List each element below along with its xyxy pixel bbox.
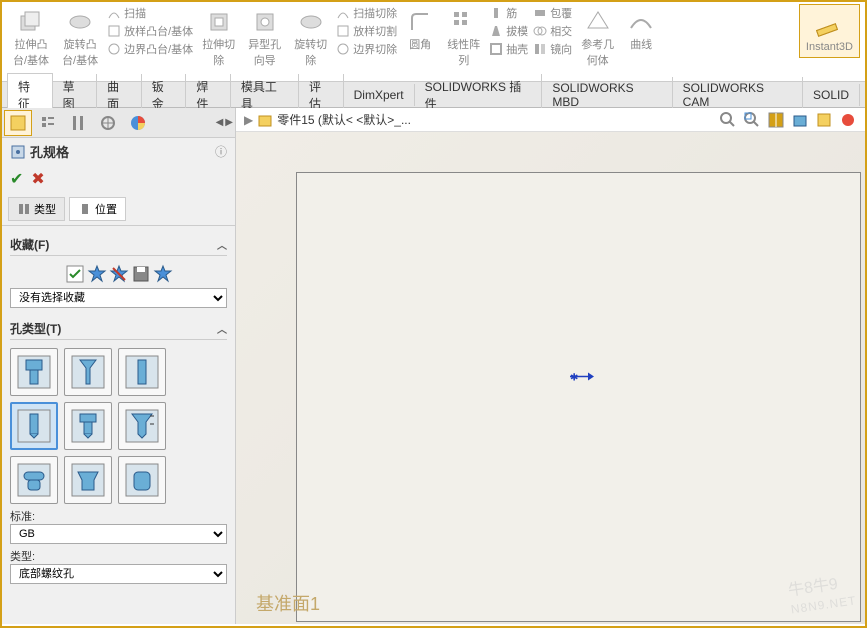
zoom-fit-icon[interactable] (719, 111, 737, 129)
panel-tab-strip: ◀ ▶ (2, 108, 235, 138)
svg-text:✱: ✱ (570, 373, 578, 384)
fav-delete-icon[interactable] (109, 264, 129, 284)
panel-nav-right[interactable]: ▶ (225, 117, 233, 128)
ok-button[interactable]: ✔ (10, 169, 23, 189)
fav-load-icon[interactable] (153, 264, 173, 284)
ribbon-toolbar: 拉伸凸 台/基体 旋转凸 台/基体 扫描 放样凸台/基体 边界凸台/基体 拉伸切… (2, 2, 865, 82)
favorites-collapse[interactable]: ︿ (217, 237, 227, 252)
fav-add-icon[interactable] (87, 264, 107, 284)
sub-tab-position[interactable]: 位置 (69, 197, 126, 221)
ribbon-sweep-group: 扫描 放样凸台/基体 边界凸台/基体 (105, 4, 195, 58)
viewport-title: ▶ 零件15 (默认< <默认>_... (244, 111, 411, 128)
ribbon-curves[interactable]: 曲线 (621, 4, 661, 56)
tab-dimxpert[interactable]: DimXpert (344, 84, 415, 106)
hole-type-section: 孔类型(T) ︿ 标准: GB (10, 318, 227, 584)
ribbon-loft-cut[interactable]: 放样切割 (334, 22, 399, 40)
canvas[interactable]: 基准面1 ✱ 牛8牛9 N8N9.NET (236, 132, 865, 624)
panel-content: 收藏(F) ︿ 没有选择收藏 孔类型(T) ︿ (2, 226, 235, 624)
type-label: 类型: (10, 548, 227, 564)
ribbon-draft[interactable]: 拔模 (487, 22, 530, 40)
help-icon[interactable]: ⓘ (215, 143, 227, 160)
favorites-section: 收藏(F) ︿ 没有选择收藏 (10, 234, 227, 308)
confirm-row: ✔ ✖ (2, 165, 235, 193)
ribbon-boundary-cut[interactable]: 边界切除 (334, 40, 399, 58)
sketch-plane[interactable] (296, 172, 861, 622)
fav-save-icon[interactable] (131, 264, 151, 284)
tab-bar: 特征 草图 曲面 钣金 焊件 模具工具 评估 DimXpert SOLIDWOR… (2, 82, 865, 108)
panel-tab-config[interactable] (64, 110, 92, 136)
viewport: ▶ 零件15 (默认< <默认>_... 基准面1 ✱ 牛8牛9 N8N9.N (236, 108, 865, 624)
hole-counterbore[interactable] (10, 348, 58, 396)
holetype-collapse[interactable]: ︿ (217, 321, 227, 336)
ribbon-revolve-boss[interactable]: 旋转凸 台/基体 (56, 4, 104, 72)
panel-tab-display[interactable] (124, 110, 152, 136)
origin-marker: ✱ (570, 369, 594, 388)
ribbon-ref-geometry[interactable]: 参考几 何体 (575, 4, 620, 72)
sub-tabs: 类型 位置 (2, 193, 235, 226)
panel-tab-property[interactable] (34, 110, 62, 136)
ribbon-rib-group: 筋 拔模 抽壳 (487, 4, 530, 58)
panel-tab-feature-tree[interactable] (4, 110, 32, 136)
panel-nav-left[interactable]: ◀ (216, 117, 224, 128)
panel-header: 孔规格 ⓘ (2, 138, 235, 165)
standard-label: 标准: (10, 508, 227, 524)
hole-counterbore-slot[interactable] (10, 456, 58, 504)
plane-label: 基准面1 (256, 590, 320, 616)
hole-slot[interactable] (118, 456, 166, 504)
tab-solid[interactable]: SOLID (803, 84, 860, 106)
feature-manager-panel: ◀ ▶ 孔规格 ⓘ ✔ ✖ 类型 位置 (2, 108, 236, 624)
display-style-icon[interactable] (791, 111, 809, 129)
hole-simple[interactable] (118, 348, 166, 396)
position-icon (78, 202, 92, 216)
ribbon-sweep[interactable]: 扫描 (105, 4, 195, 22)
hole-straight-tap[interactable] (10, 402, 58, 450)
ribbon-extrude-cut[interactable]: 拉伸切 除 (196, 4, 241, 72)
appearance-icon[interactable] (839, 111, 857, 129)
favorites-title: 收藏(F) (10, 236, 49, 253)
ribbon-revolve-cut[interactable]: 旋转切 除 (288, 4, 333, 72)
ribbon-fillet[interactable]: 圆角 (400, 4, 440, 56)
type-select[interactable]: 底部螺纹孔 (10, 564, 227, 584)
ribbon-instant3d[interactable]: Instant3D (799, 4, 860, 58)
hole-spec-icon (10, 144, 26, 160)
hole-tapered-tap[interactable] (64, 402, 112, 450)
ribbon-rib[interactable]: 筋 (487, 4, 530, 22)
breadcrumb-arrow[interactable]: ▶ (244, 113, 253, 127)
hole-type-title: 孔类型(T) (10, 320, 61, 337)
fav-apply-icon[interactable] (65, 264, 85, 284)
favorites-select[interactable]: 没有选择收藏 (10, 288, 227, 308)
ribbon-wrap[interactable]: 包覆 (531, 4, 574, 22)
ribbon-extrude-boss[interactable]: 拉伸凸 台/基体 (7, 4, 55, 72)
sub-tab-type[interactable]: 类型 (8, 197, 65, 221)
ribbon-loft[interactable]: 放样凸台/基体 (105, 22, 195, 40)
part-icon (257, 112, 273, 128)
ribbon-mirror[interactable]: 镜向 (531, 40, 574, 58)
viewport-header: ▶ 零件15 (默认< <默认>_... (236, 108, 865, 132)
standard-select[interactable]: GB (10, 524, 227, 544)
cancel-button[interactable]: ✖ (31, 169, 44, 189)
ribbon-sweep-cut[interactable]: 扫描切除 (334, 4, 399, 22)
viewport-toolbar (719, 111, 857, 129)
hole-countersink[interactable] (64, 348, 112, 396)
ribbon-intersect[interactable]: 相交 (531, 22, 574, 40)
hole-legacy[interactable] (118, 402, 166, 450)
hide-show-icon[interactable] (815, 111, 833, 129)
ribbon-cut-group: 扫描切除 放样切割 边界切除 (334, 4, 399, 58)
ribbon-boundary[interactable]: 边界凸台/基体 (105, 40, 195, 58)
ribbon-wrap-group: 包覆 相交 镜向 (531, 4, 574, 58)
ribbon-shell[interactable]: 抽壳 (487, 40, 530, 58)
panel-title: 孔规格 (10, 142, 69, 161)
type-icon (17, 202, 31, 216)
zoom-area-icon[interactable] (743, 111, 761, 129)
hole-countersink-slot[interactable] (64, 456, 112, 504)
ribbon-hole-wizard[interactable]: 异型孔 向导 (242, 4, 287, 72)
ribbon-linear-pattern[interactable]: 线性阵 列 (441, 4, 486, 72)
section-view-icon[interactable] (767, 111, 785, 129)
panel-tab-dimxpert[interactable] (94, 110, 122, 136)
